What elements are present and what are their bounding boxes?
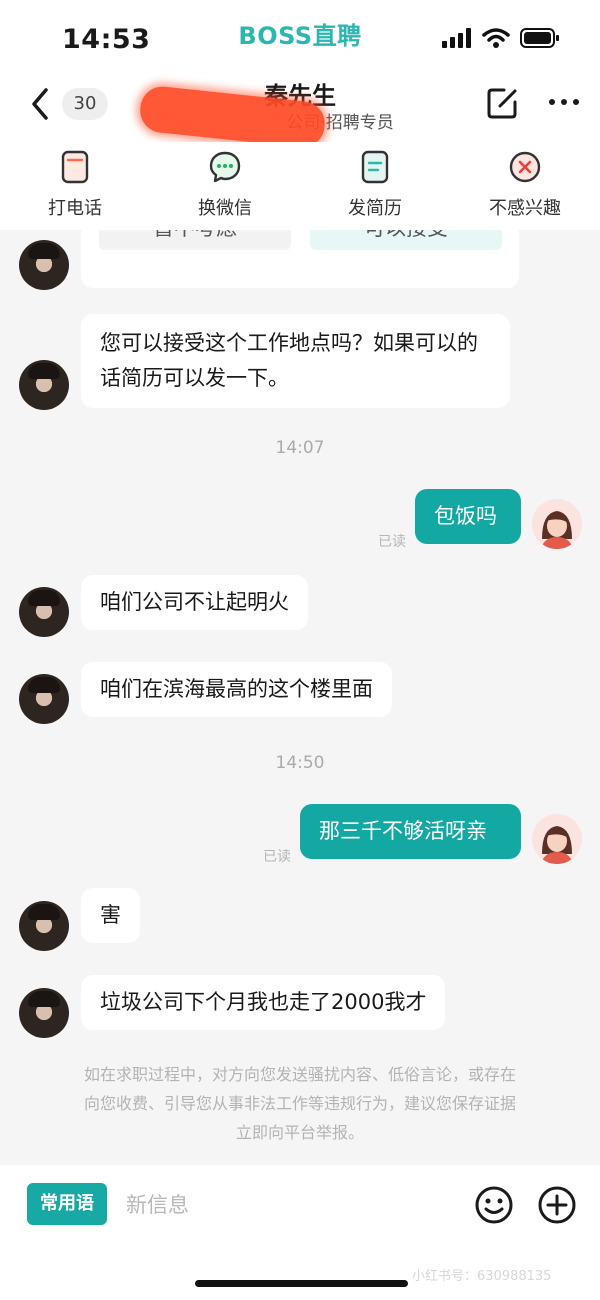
decline-button[interactable]: 暂不考虑 <box>99 230 291 250</box>
not-interested-action[interactable]: 不感兴趣 <box>450 142 600 230</box>
action-label: 打电话 <box>48 198 102 219</box>
add-icon[interactable] <box>537 1185 577 1225</box>
common-phrases-button[interactable]: 常用语 <box>27 1183 107 1225</box>
more-icon[interactable] <box>548 96 580 108</box>
watermark: 小红书号：630988135 <box>412 1269 552 1284</box>
wifi-icon <box>482 28 510 48</box>
chat-header: 30 秦先生 公司·招聘专员 <box>0 70 600 150</box>
recruiter-avatar[interactable] <box>19 360 69 410</box>
accept-button[interactable]: 可以接受 <box>310 230 502 250</box>
user-avatar[interactable] <box>532 499 582 549</box>
status-icons <box>442 28 560 48</box>
action-label: 不感兴趣 <box>489 198 561 219</box>
read-receipt: 已读 <box>378 534 406 550</box>
battery-icon <box>520 28 559 48</box>
message-incoming: 您可以接受这个工作地点吗？如果可以的话简历可以发一下。 <box>81 314 510 408</box>
edit-icon[interactable] <box>486 86 518 120</box>
signal-icon <box>442 28 471 48</box>
action-label: 换微信 <box>198 198 252 219</box>
recruiter-avatar[interactable] <box>19 901 69 951</box>
message-incoming: 咱们公司不让起明火 <box>81 575 308 630</box>
chat-messages: 暂不考虑 可以接受 您可以接受这个工作地点吗？如果可以的话简历可以发一下。 14… <box>0 230 600 1165</box>
message-incoming: 垃圾公司下个月我也走了2000我才 <box>81 975 446 1030</box>
job-location-choice-card: 暂不考虑 可以接受 <box>81 230 519 288</box>
home-indicator[interactable] <box>195 1280 408 1287</box>
not-interested-icon <box>509 151 541 183</box>
message-outgoing: 包饭吗 <box>415 489 521 544</box>
message-input[interactable] <box>126 1183 446 1227</box>
message-outgoing: 那三千不够活呀亲 <box>300 804 521 859</box>
phone-icon <box>61 150 89 184</box>
user-avatar[interactable] <box>532 814 582 864</box>
recruiter-avatar[interactable] <box>19 674 69 724</box>
send-resume-action[interactable]: 发简历 <box>300 142 450 230</box>
message-timestamp: 14:07 <box>275 438 325 458</box>
status-bar: 14:53 BOSS直聘 <box>0 0 600 70</box>
quick-actions-bar: 打电话 换微信 发简历 不感兴趣 <box>0 142 600 230</box>
wechat-icon <box>209 151 241 183</box>
read-receipt: 已读 <box>263 849 291 865</box>
resume-icon <box>361 150 389 184</box>
recruiter-avatar[interactable] <box>19 587 69 637</box>
message-incoming: 咱们在滨海最高的这个楼里面 <box>81 662 392 717</box>
recruiter-avatar[interactable] <box>19 988 69 1038</box>
message-incoming: 害 <box>81 888 140 943</box>
safety-warning: 如在求职过程中，对方向您发送骚扰内容、低俗言论，或存在向您收费、引导您从事非法工… <box>83 1065 516 1142</box>
recruiter-avatar[interactable] <box>19 240 69 290</box>
action-label: 发简历 <box>348 198 402 219</box>
message-input-bar: 常用语 小红书号：630988135 <box>0 1165 600 1300</box>
exchange-wechat-action[interactable]: 换微信 <box>150 142 300 230</box>
call-action[interactable]: 打电话 <box>0 142 150 230</box>
emoji-icon[interactable] <box>474 1185 514 1225</box>
message-timestamp: 14:50 <box>275 753 325 773</box>
